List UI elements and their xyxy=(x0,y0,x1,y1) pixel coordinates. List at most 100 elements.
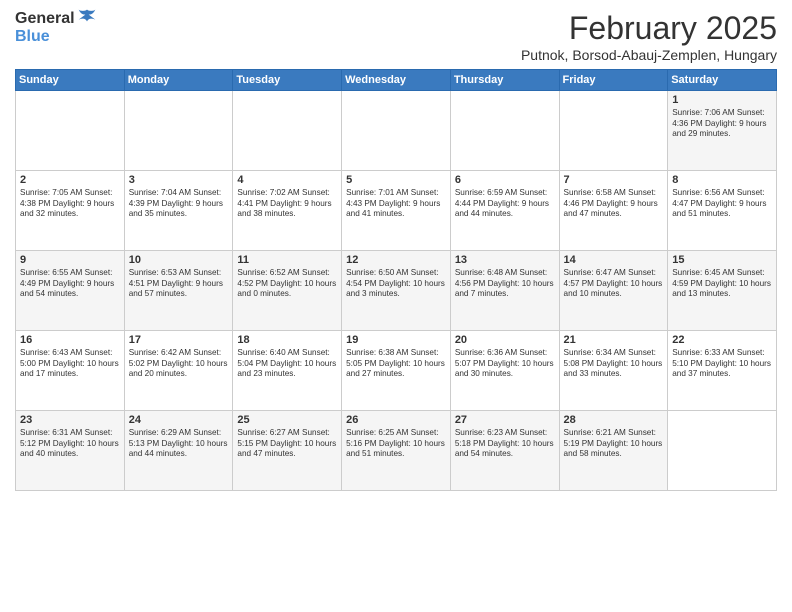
day-info: Sunrise: 6:40 AM Sunset: 5:04 PM Dayligh… xyxy=(237,348,337,380)
day-number: 10 xyxy=(129,254,229,266)
calendar-cell: 24 Sunrise: 6:29 AM Sunset: 5:13 PM Dayli… xyxy=(124,411,233,491)
day-info: Sunrise: 6:25 AM Sunset: 5:16 PM Dayligh… xyxy=(346,428,446,460)
day-number: 18 xyxy=(237,334,337,346)
calendar-cell: 20 Sunrise: 6:36 AM Sunset: 5:07 PM Dayli… xyxy=(450,331,559,411)
weekday-header-saturday: Saturday xyxy=(668,70,777,91)
day-number: 26 xyxy=(346,414,446,426)
day-number: 4 xyxy=(237,174,337,186)
weekday-header-tuesday: Tuesday xyxy=(233,70,342,91)
title-block: February 2025 Putnok, Borsod-Abauj-Zempl… xyxy=(521,10,777,63)
day-info: Sunrise: 6:47 AM Sunset: 4:57 PM Dayligh… xyxy=(564,268,664,300)
calendar-cell xyxy=(16,91,125,171)
calendar-cell xyxy=(559,91,668,171)
calendar-cell: 4 Sunrise: 7:02 AM Sunset: 4:41 PM Daylig… xyxy=(233,171,342,251)
day-info: Sunrise: 6:55 AM Sunset: 4:49 PM Dayligh… xyxy=(20,268,120,300)
day-number: 20 xyxy=(455,334,555,346)
calendar-cell: 5 Sunrise: 7:01 AM Sunset: 4:43 PM Daylig… xyxy=(342,171,451,251)
day-info: Sunrise: 6:27 AM Sunset: 5:15 PM Dayligh… xyxy=(237,428,337,460)
day-info: Sunrise: 6:29 AM Sunset: 5:13 PM Dayligh… xyxy=(129,428,229,460)
calendar-cell: 23Sunrise: 6:31 AM Sunset: 5:12 PM Dayli… xyxy=(16,411,125,491)
day-number: 15 xyxy=(672,254,772,266)
calendar-cell: 18 Sunrise: 6:40 AM Sunset: 5:04 PM Dayli… xyxy=(233,331,342,411)
logo: General Blue xyxy=(15,10,97,46)
calendar-cell: 2Sunrise: 7:05 AM Sunset: 4:38 PM Daylig… xyxy=(16,171,125,251)
calendar-subtitle: Putnok, Borsod-Abauj-Zemplen, Hungary xyxy=(521,47,777,63)
calendar-week-row: 2Sunrise: 7:05 AM Sunset: 4:38 PM Daylig… xyxy=(16,171,777,251)
calendar-cell xyxy=(233,91,342,171)
day-number: 8 xyxy=(672,174,772,186)
day-number: 17 xyxy=(129,334,229,346)
day-info: Sunrise: 6:59 AM Sunset: 4:44 PM Dayligh… xyxy=(455,188,555,220)
calendar-cell: 8 Sunrise: 6:56 AM Sunset: 4:47 PM Daylig… xyxy=(668,171,777,251)
calendar-week-row: 16 Sunrise: 6:43 AM Sunset: 5:00 PM Dayli… xyxy=(16,331,777,411)
weekday-header-monday: Monday xyxy=(124,70,233,91)
day-info: Sunrise: 6:43 AM Sunset: 5:00 PM Dayligh… xyxy=(20,348,120,380)
calendar-cell: 22Sunrise: 6:33 AM Sunset: 5:10 PM Dayli… xyxy=(668,331,777,411)
day-info: Sunrise: 6:48 AM Sunset: 4:56 PM Dayligh… xyxy=(455,268,555,300)
day-info: Sunrise: 7:04 AM Sunset: 4:39 PM Dayligh… xyxy=(129,188,229,220)
day-number: 5 xyxy=(346,174,446,186)
day-number: 27 xyxy=(455,414,555,426)
calendar-cell: 12 Sunrise: 6:50 AM Sunset: 4:54 PM Dayli… xyxy=(342,251,451,331)
day-number: 7 xyxy=(564,174,664,186)
calendar-cell: 21 Sunrise: 6:34 AM Sunset: 5:08 PM Dayli… xyxy=(559,331,668,411)
calendar-cell: 17 Sunrise: 6:42 AM Sunset: 5:02 PM Dayli… xyxy=(124,331,233,411)
calendar-cell: 15 Sunrise: 6:45 AM Sunset: 4:59 PM Dayli… xyxy=(668,251,777,331)
page-header: General Blue February 2025 Putnok, Borso… xyxy=(15,10,777,63)
calendar-cell xyxy=(124,91,233,171)
day-info: Sunrise: 6:23 AM Sunset: 5:18 PM Dayligh… xyxy=(455,428,555,460)
day-info: Sunrise: 6:38 AM Sunset: 5:05 PM Dayligh… xyxy=(346,348,446,380)
calendar-page: General Blue February 2025 Putnok, Borso… xyxy=(0,0,792,612)
day-number: 9 xyxy=(20,254,120,266)
calendar-cell: 7 Sunrise: 6:58 AM Sunset: 4:46 PM Daylig… xyxy=(559,171,668,251)
day-number: 25 xyxy=(237,414,337,426)
day-number: 6 xyxy=(455,174,555,186)
logo-bird-icon xyxy=(77,8,97,28)
day-info: Sunrise: 6:50 AM Sunset: 4:54 PM Dayligh… xyxy=(346,268,446,300)
calendar-cell xyxy=(668,411,777,491)
day-info: Sunrise: 6:58 AM Sunset: 4:46 PM Dayligh… xyxy=(564,188,664,220)
day-number: 14 xyxy=(564,254,664,266)
day-number: 1 xyxy=(672,94,772,106)
logo-general: General xyxy=(15,10,75,28)
calendar-cell: 11Sunrise: 6:52 AM Sunset: 4:52 PM Dayli… xyxy=(233,251,342,331)
day-number: 12 xyxy=(346,254,446,266)
day-info: Sunrise: 6:45 AM Sunset: 4:59 PM Dayligh… xyxy=(672,268,772,300)
calendar-cell xyxy=(342,91,451,171)
day-number: 3 xyxy=(129,174,229,186)
calendar-cell: 16 Sunrise: 6:43 AM Sunset: 5:00 PM Dayli… xyxy=(16,331,125,411)
day-info: Sunrise: 6:21 AM Sunset: 5:19 PM Dayligh… xyxy=(564,428,664,460)
calendar-cell: 6 Sunrise: 6:59 AM Sunset: 4:44 PM Daylig… xyxy=(450,171,559,251)
day-info: Sunrise: 6:53 AM Sunset: 4:51 PM Dayligh… xyxy=(129,268,229,300)
calendar-week-row: 23Sunrise: 6:31 AM Sunset: 5:12 PM Dayli… xyxy=(16,411,777,491)
weekday-header-row: SundayMondayTuesdayWednesdayThursdayFrid… xyxy=(16,70,777,91)
day-number: 28 xyxy=(564,414,664,426)
calendar-week-row: 9 Sunrise: 6:55 AM Sunset: 4:49 PM Daylig… xyxy=(16,251,777,331)
logo-blue: Blue xyxy=(15,28,97,46)
day-info: Sunrise: 6:36 AM Sunset: 5:07 PM Dayligh… xyxy=(455,348,555,380)
day-number: 16 xyxy=(20,334,120,346)
calendar-cell: 27 Sunrise: 6:23 AM Sunset: 5:18 PM Dayli… xyxy=(450,411,559,491)
day-number: 19 xyxy=(346,334,446,346)
day-info: Sunrise: 6:56 AM Sunset: 4:47 PM Dayligh… xyxy=(672,188,772,220)
weekday-header-friday: Friday xyxy=(559,70,668,91)
weekday-header-wednesday: Wednesday xyxy=(342,70,451,91)
calendar-cell: 14 Sunrise: 6:47 AM Sunset: 4:57 PM Dayli… xyxy=(559,251,668,331)
day-number: 23 xyxy=(20,414,120,426)
calendar-table: SundayMondayTuesdayWednesdayThursdayFrid… xyxy=(15,69,777,491)
calendar-title: February 2025 xyxy=(521,10,777,47)
calendar-cell: 25 Sunrise: 6:27 AM Sunset: 5:15 PM Dayli… xyxy=(233,411,342,491)
calendar-cell: 1 Sunrise: 7:06 AM Sunset: 4:36 PM Daylig… xyxy=(668,91,777,171)
day-number: 21 xyxy=(564,334,664,346)
day-info: Sunrise: 7:06 AM Sunset: 4:36 PM Dayligh… xyxy=(672,108,772,140)
day-info: Sunrise: 7:01 AM Sunset: 4:43 PM Dayligh… xyxy=(346,188,446,220)
day-info: Sunrise: 6:42 AM Sunset: 5:02 PM Dayligh… xyxy=(129,348,229,380)
day-number: 24 xyxy=(129,414,229,426)
calendar-cell: 26 Sunrise: 6:25 AM Sunset: 5:16 PM Dayli… xyxy=(342,411,451,491)
calendar-cell: 9 Sunrise: 6:55 AM Sunset: 4:49 PM Daylig… xyxy=(16,251,125,331)
calendar-cell xyxy=(450,91,559,171)
day-info: Sunrise: 7:02 AM Sunset: 4:41 PM Dayligh… xyxy=(237,188,337,220)
calendar-cell: 10 Sunrise: 6:53 AM Sunset: 4:51 PM Dayli… xyxy=(124,251,233,331)
logo-text: General Blue xyxy=(15,10,97,46)
day-info: Sunrise: 6:34 AM Sunset: 5:08 PM Dayligh… xyxy=(564,348,664,380)
